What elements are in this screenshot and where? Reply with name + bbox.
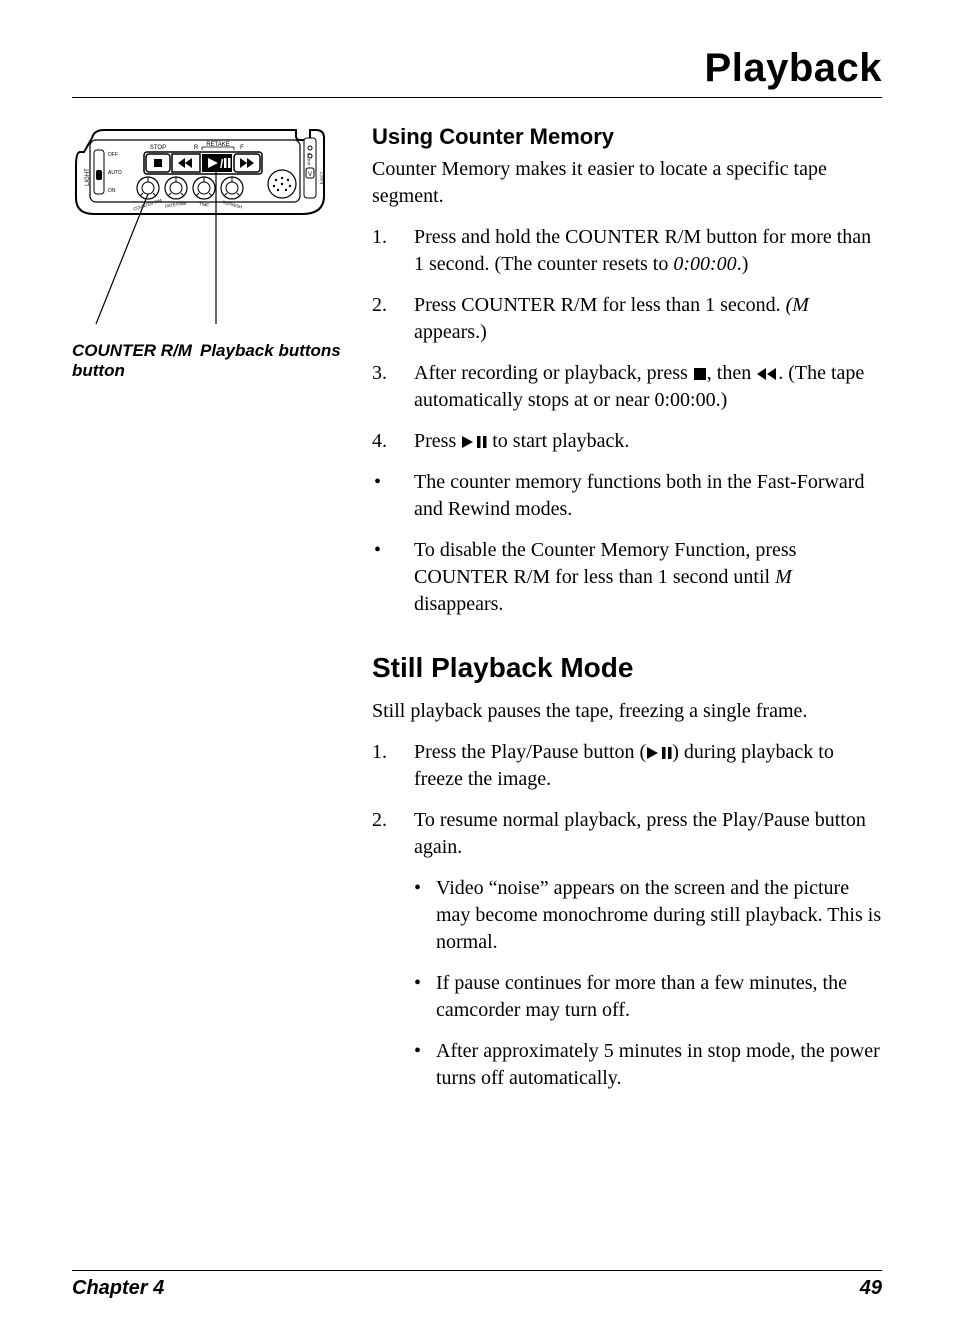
sub-note-item: • Video “noise” appears on the screen an… xyxy=(414,875,882,956)
content-area: / STOP R RETAKE F xyxy=(72,122,882,1270)
device-diagram: / STOP R RETAKE F xyxy=(72,122,354,380)
step-2: 2. To resume normal playback, press the … xyxy=(372,807,882,861)
step-1: 1. Press and hold the COUNTER R/M button… xyxy=(372,224,882,278)
diagram-label-r: R xyxy=(194,145,199,151)
footer-page-number: 49 xyxy=(860,1277,882,1300)
caption-playback-buttons: Playback buttons xyxy=(200,341,354,380)
step-2: 2. Press COUNTER R/M for less than 1 sec… xyxy=(372,292,882,346)
heading-still-playback-mode: Still Playback Mode xyxy=(372,652,882,684)
svg-text:AUTO: AUTO xyxy=(108,170,122,176)
svg-text:ON: ON xyxy=(108,188,116,194)
steps-still-playback: 1. Press the Play/Pause button () during… xyxy=(372,739,882,861)
step-4: 4. Press to start playback. xyxy=(372,428,882,455)
svg-text:EJECT: EJECT xyxy=(319,171,324,184)
page-title: Playback xyxy=(72,46,882,98)
footer-chapter: Chapter 4 xyxy=(72,1277,164,1300)
diagram-label-retake: RETAKE xyxy=(206,142,230,148)
caption-counter-rm: COUNTER R/M button xyxy=(72,341,200,380)
step-3: 3. After recording or playback, press , … xyxy=(372,360,882,414)
play-pause-icon xyxy=(461,435,487,449)
svg-text:TIME: TIME xyxy=(199,201,210,207)
diagram-caption-row: COUNTER R/M button Playback buttons xyxy=(72,341,354,380)
sub-notes-still-playback: • Video “noise” appears on the screen an… xyxy=(372,875,882,1092)
diagram-label-f: F xyxy=(240,145,244,151)
sub-note-item: • After approximately 5 minutes in stop … xyxy=(414,1038,882,1092)
paragraph-still-intro: Still playback pauses the tape, freezing… xyxy=(372,698,882,725)
steps-using-counter: 1. Press and hold the COUNTER R/M button… xyxy=(372,224,882,455)
note-item: • The counter memory functions both in t… xyxy=(372,469,882,523)
left-column: / STOP R RETAKE F xyxy=(72,122,372,380)
diagram-label-stop: STOP xyxy=(150,145,166,151)
play-pause-icon xyxy=(646,746,672,760)
main-column: Using Counter Memory Counter Memory make… xyxy=(372,122,882,1106)
diagram-label-light: LIGHT xyxy=(85,168,91,186)
heading-using-counter-memory: Using Counter Memory xyxy=(372,124,882,150)
dial-refresh: REFRESH xyxy=(221,177,243,210)
notes-using-counter: • The counter memory functions both in t… xyxy=(372,469,882,618)
page-footer: Chapter 4 49 xyxy=(72,1270,882,1300)
step-1: 1. Press the Play/Pause button () during… xyxy=(372,739,882,793)
dial-date-time: DATE/TIME xyxy=(165,177,188,209)
paragraph-intro: Counter Memory makes it easier to locate… xyxy=(372,156,882,210)
svg-text:V: V xyxy=(308,172,312,178)
rewind-icon xyxy=(756,367,778,381)
page: Playback xyxy=(0,0,954,1340)
camcorder-top-diagram: / STOP R RETAKE F xyxy=(72,122,332,332)
svg-text:OFF: OFF xyxy=(108,152,118,158)
stop-icon xyxy=(693,367,707,381)
note-item: • To disable the Counter Memory Function… xyxy=(372,537,882,618)
sub-note-item: • If pause continues for more than a few… xyxy=(414,970,882,1024)
